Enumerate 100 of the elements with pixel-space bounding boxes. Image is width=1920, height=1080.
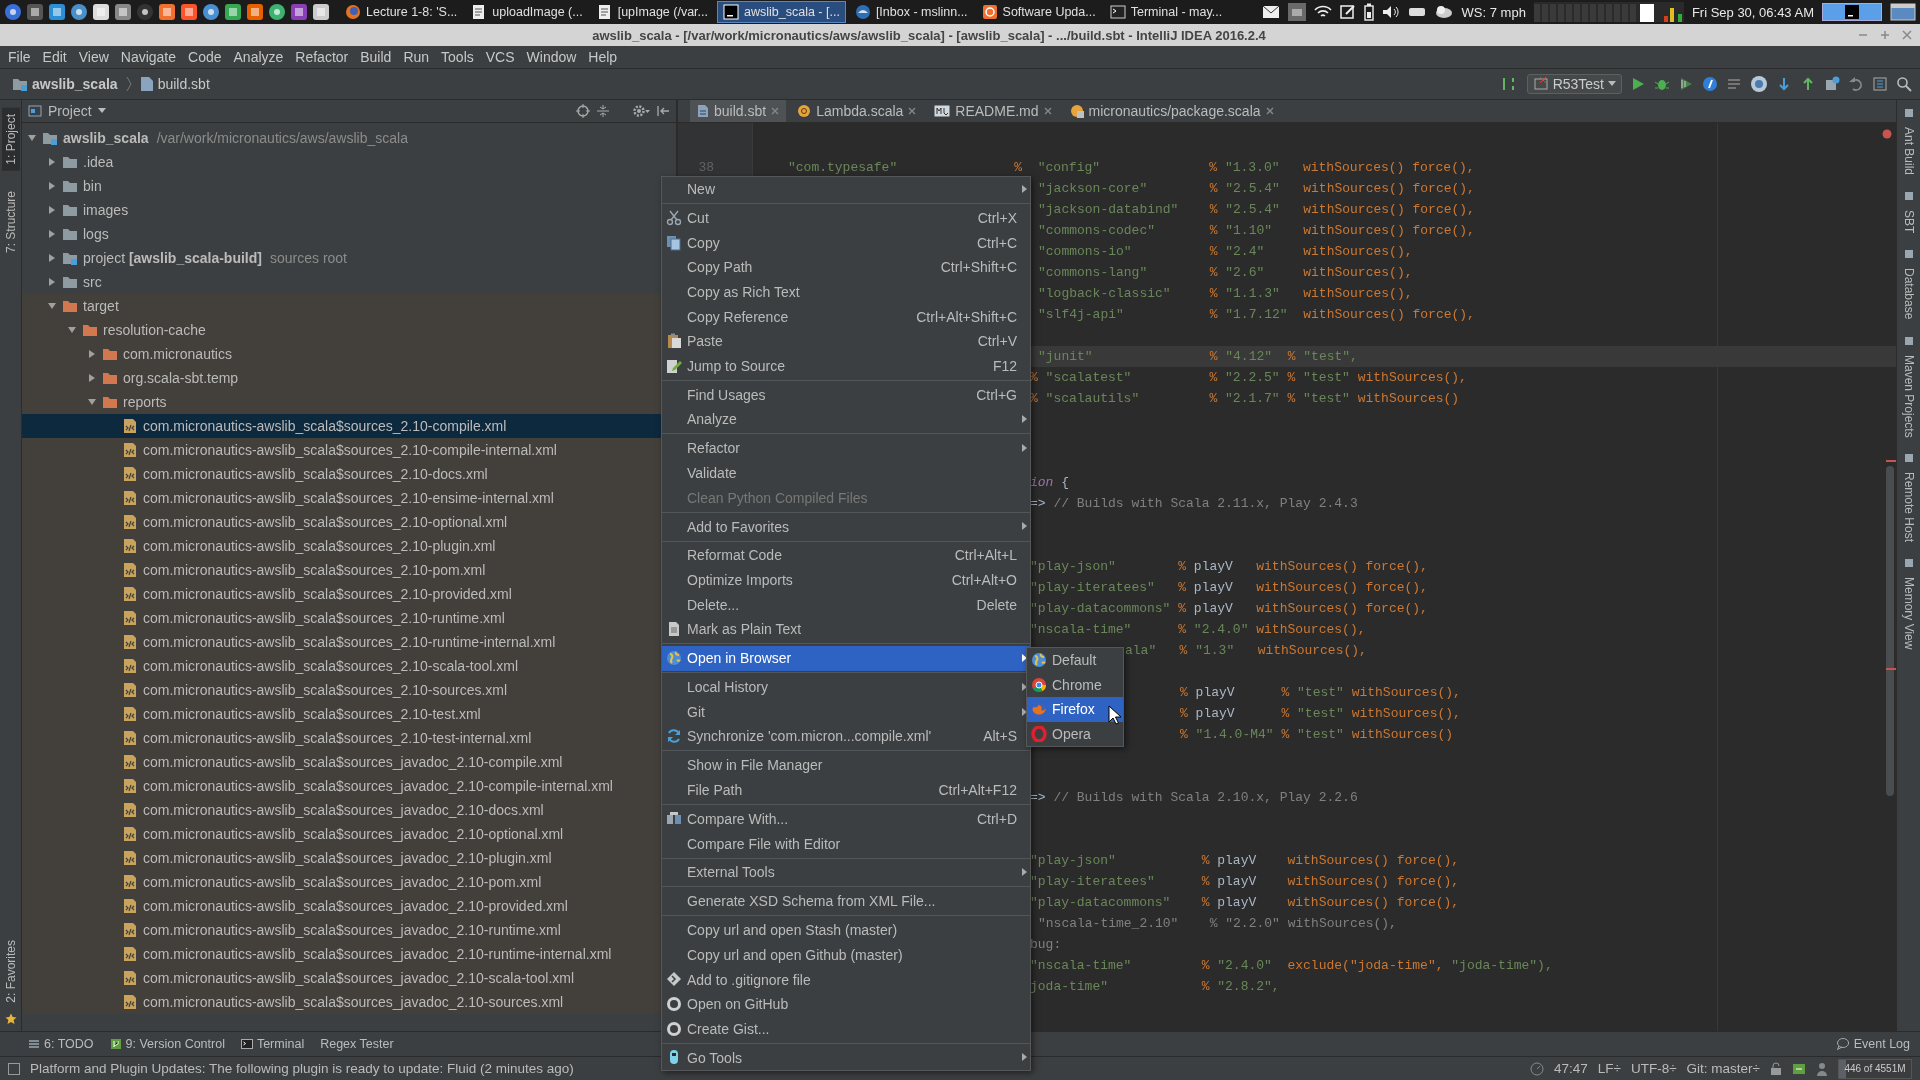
menu-item[interactable]: Help [582,49,624,65]
menu-item[interactable]: Opera [1027,721,1123,747]
code-line: "commons-lang" % "2.6" withSources(), [1038,265,1413,280]
tree-label: com.micronautics [123,346,232,362]
menu-item[interactable]: Navigate [114,49,183,65]
tree-label: images [83,202,129,218]
menu-item[interactable]: Build [354,49,398,65]
taskbar-task[interactable]: [Inbox - mslinn... [849,1,973,23]
tool-window-button[interactable]: Event Log [1835,1037,1910,1051]
menu-item[interactable]: File [2,49,37,65]
menu-item[interactable]: Chrome [1027,672,1123,698]
menu-item[interactable]: Go Tools [662,1045,1030,1071]
menu-item[interactable]: Edit [36,49,73,65]
tree-label: com.micronautics-awslib_scala$sources_javadoc_2.10-pom.xml [143,874,542,890]
tool-window-tab[interactable]: Memory View [1899,571,1918,656]
tool-window-tab[interactable]: Remote Host [1899,466,1918,549]
tree-row[interactable]: awslib_scala /var/work/micronautics/aws/awslib_scala [22,126,676,150]
tree-label: com.micronautics-awslib_scala$sources_2.10-ensime-internal.xml [143,490,554,506]
tree-label: com.micronautics-awslib_scala$sources_2.10-test-internal.xml [143,730,532,746]
tree-label: com.micronautics-awslib_scala$sources_javadoc_2.10-runtime-internal.xml [143,946,612,962]
tree-label: com.micronautics-awslib_scala$sources_javadoc_2.10-runtime.xml [143,922,561,938]
menu-item[interactable]: View [72,49,115,65]
caret-position[interactable]: 47:47 [1553,1061,1588,1076]
code-line: "play-iteratees" % playV withSources() force(), [1030,874,1460,889]
tree-label: logs [83,226,109,242]
editor-tab[interactable]: README.md [927,100,1059,122]
tool-window-button[interactable]: 6: TODO [28,1037,94,1051]
tool-window-tab[interactable]: 2: Favorites [1,934,20,1009]
tree-label: resolution-cache [103,322,206,338]
tool-window-tab[interactable]: Maven Projects [1899,348,1918,444]
memory-indicator[interactable]: 446 of 4551M [1838,1058,1912,1079]
menu-item[interactable]: Firefox [1027,697,1123,722]
menu-item[interactable]: Default [1027,648,1123,673]
window-title: awslib_scala - [/var/work/micronautics/aws/awslib_scala] - [awslib_scala] - .../build.sbt - IntelliJ IDEA 2016.2.4 [591,27,1267,43]
tree-label: com.micronautics-awslib_scala$sources_javadoc_2.10-sources.xml [143,994,564,1010]
taskbar-task[interactable]: uploadImage (... [466,1,588,23]
taskbar-task[interactable]: Lecture 1-8: 'S... [340,1,463,23]
code-line: ala" % "1.3" withSources(), [1125,643,1367,658]
menu-item[interactable]: Analyze [227,49,290,65]
menu-item[interactable]: Create Gist... [662,1016,1030,1042]
menu-item[interactable]: Open in Browser [662,645,1030,671]
tree-label: com.micronautics-awslib_scala$sources_javadoc_2.10-docs.xml [143,802,544,818]
code-line: ion { [1030,475,1070,490]
weather-text[interactable]: WS: 7 mph [1461,4,1526,20]
code-line: bug: [1030,937,1062,952]
tool-window-tab[interactable]: 1: Project [1,108,20,171]
tree-label: com.micronautics-awslib_scala$sources_javadoc_2.10-optional.xml [143,826,564,842]
menu-item[interactable]: External Tools [662,860,1030,885]
taskbar-task[interactable]: Software Upda... [976,1,1101,23]
code-line: "play-datacommons" % playV withSources() force(), [1030,895,1460,910]
tool-window-tab[interactable]: Database [1899,262,1918,326]
tree-label: com.micronautics-awslib_scala$sources_2.10-pom.xml [143,562,486,578]
tree-label: com.micronautics-awslib_scala$sources_javadoc_2.10-plugin.xml [143,850,552,866]
breadcrumb[interactable]: build.sbt [135,74,214,94]
menu-item[interactable]: Add to Favorites [662,514,1030,539]
code-line: "play-json" % playV withSources() force(), [1030,853,1460,868]
tree-row[interactable]: .idea [22,150,676,174]
tool-window-tab[interactable]: SBT [1899,204,1918,240]
code-line: % playV % "test" withSources(), [1180,706,1461,721]
code-line: "play-datacommons" % playV withSources() force(), [1030,601,1428,616]
tree-label: com.micronautics-awslib_scala$sources_javadoc_2.10-provided.xml [143,898,568,914]
tree-label: com.micronautics-awslib_scala$sources_2.10-runtime-internal.xml [143,634,556,650]
tree-label: awslib_scala [63,130,149,146]
editor-tab[interactable]: micronautics/package.scala [1062,100,1281,122]
code-line: % playV % "test" withSources(), [1180,685,1461,700]
tree-label: com.micronautics-awslib_scala$sources_javadoc_2.10-scala-tool.xml [143,970,575,986]
vcs-branch[interactable]: Git: master÷ [1686,1061,1760,1076]
tool-window-button[interactable]: 9: Version Control [109,1037,225,1051]
taskbar-task[interactable]: awslib_scala - [... [717,1,846,23]
tree-label: com.micronautics-awslib_scala$sources_2.10-sources.xml [143,682,508,698]
tool-window-button[interactable]: Regex Tester [320,1037,394,1051]
code-line: "slf4j-api" % "1.7.12" withSources() force(), [1038,307,1475,322]
taskbar-task[interactable]: Terminal - may... [1104,1,1228,23]
code-line: "junit" % "4.12" % "test", [1038,349,1358,364]
code-line: "commons-codec" % "1.10" withSources() force(), [1038,223,1475,238]
panel-title-dropdown[interactable]: Project [48,103,92,119]
tree-label: com.micronautics-awslib_scala$sources_2.10-provided.xml [143,586,512,602]
tool-window-tab[interactable]: Ant Build [1899,121,1918,182]
menu-item[interactable]: Run [397,49,436,65]
line-separator[interactable]: LF÷ [1597,1061,1621,1076]
tool-window-button[interactable]: Terminal [240,1037,305,1051]
tree-label: com.micronautics-awslib_scala$sources_2.10-optional.xml [143,514,508,530]
menu-item[interactable]: Tools [435,49,480,65]
file-encoding[interactable]: UTF-8÷ [1630,1061,1677,1076]
editor-tab[interactable]: build.sbt [690,100,787,122]
menu-item[interactable]: VCS [479,49,521,65]
code-line: "commons-io" % "2.4" withSources(), [1038,244,1413,259]
menu-item[interactable]: Generate XSD Schema from XML File... [662,889,1030,914]
run-config-dropdown[interactable]: R53Test [1526,74,1622,94]
status-message[interactable]: Platform and Plugin Updates: The following plugin is ready to update: Fluid (2 minutes ago) [30,1061,574,1076]
tree-label: bin [83,178,102,194]
code-line: "play-iteratees" % playV withSources() force(), [1030,580,1428,595]
clock[interactable]: Fri Sep 30, 06:43 AM [1691,4,1814,20]
tool-window-tab[interactable]: 7: Structure [1,184,20,259]
menu-item[interactable]: Code [182,49,228,65]
menu-item[interactable]: Window [520,49,583,65]
menu-item[interactable]: Refactor [289,49,355,65]
taskbar-task[interactable]: [upImage (/var... [591,1,713,23]
breadcrumb[interactable]: awslib_scala [8,74,122,94]
editor-tab[interactable]: Lambda.scala [790,100,924,122]
